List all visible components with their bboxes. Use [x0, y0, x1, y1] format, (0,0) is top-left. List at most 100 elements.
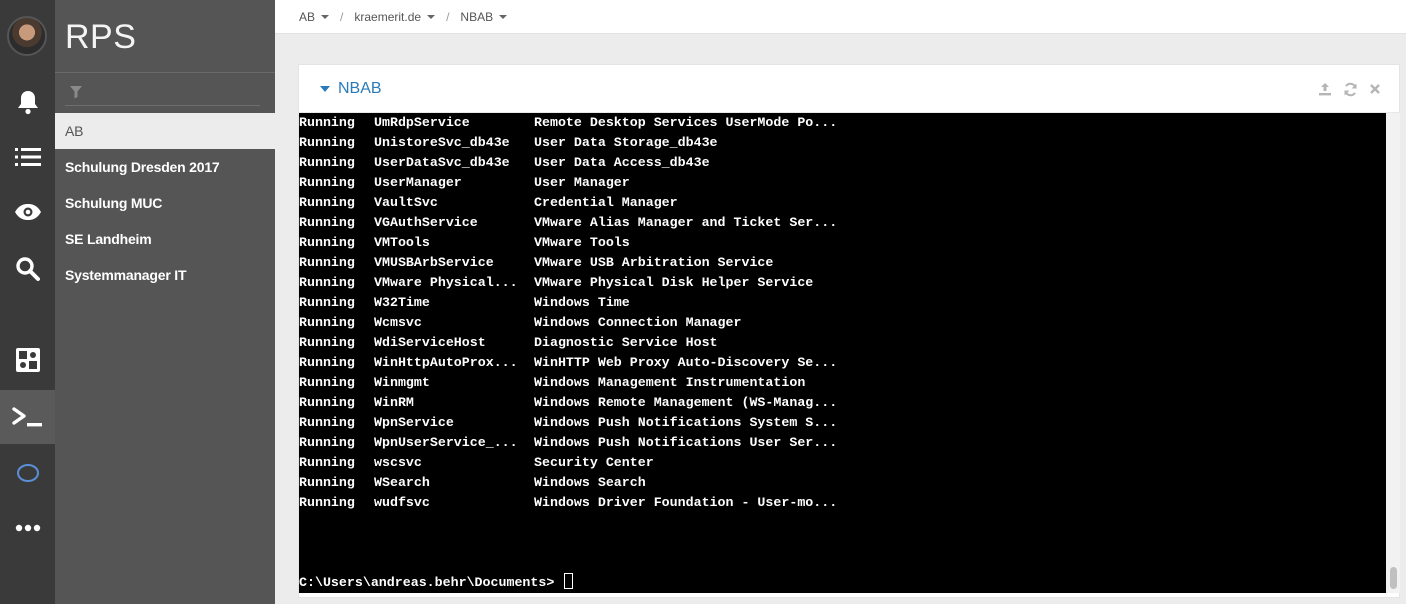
service-name: VMTools: [374, 235, 430, 250]
service-name: WinHttpAutoProx...: [374, 355, 518, 370]
service-display-name: VMware Tools: [534, 235, 630, 250]
service-display-name: Windows Push Notifications System S...: [534, 415, 838, 430]
service-display-name: Windows Time: [534, 295, 630, 310]
service-status: Running: [299, 475, 355, 490]
sidebar-list: AB Schulung Dresden 2017 Schulung MUC SE…: [55, 113, 275, 293]
service-display-name: Security Center: [534, 455, 654, 470]
sidebar-item-systemmanager-it[interactable]: Systemmanager IT: [55, 257, 275, 293]
sidebar-item-ab[interactable]: AB: [55, 113, 275, 149]
service-display-name: Credential Manager: [534, 195, 678, 210]
service-status: Running: [299, 355, 355, 370]
service-display-name: VMware Alias Manager and Ticket Ser...: [534, 215, 838, 230]
close-icon[interactable]: [1367, 81, 1383, 97]
chevron-down-icon: [499, 15, 508, 19]
service-status: Running: [299, 175, 355, 190]
search-icon[interactable]: [0, 242, 55, 296]
sidebar-item-schulung-muc[interactable]: Schulung MUC: [55, 185, 275, 221]
service-status: Running: [299, 335, 355, 350]
brand-title: RPS: [65, 18, 137, 56]
service-display-name: User Data Storage_db43e: [534, 135, 718, 150]
service-status: Running: [299, 415, 355, 430]
avatar[interactable]: [7, 16, 47, 56]
service-status: Running: [299, 235, 355, 250]
service-status: Running: [299, 195, 355, 210]
filter-box[interactable]: [65, 82, 260, 106]
service-name: VMware Physical...: [374, 275, 518, 290]
service-name: WpnUserService_...: [374, 435, 518, 450]
service-status: Running: [299, 155, 355, 170]
service-display-name: User Data Access_db43e: [534, 155, 710, 170]
sidebar-item-se-landheim[interactable]: SE Landheim: [55, 221, 275, 257]
service-name: VGAuthService: [374, 215, 478, 230]
breadcrumb-item-ab[interactable]: AB: [299, 10, 330, 24]
terminal-panel: NBAB C:\Users\andreas.behr\Documents> Ru…: [298, 64, 1400, 598]
service-status: Running: [299, 275, 355, 290]
service-status: Running: [299, 435, 355, 450]
service-name: UserManager: [374, 175, 462, 190]
service-display-name: Windows Driver Foundation - User-mo...: [534, 495, 838, 510]
sidebar-item-schulung-dresden[interactable]: Schulung Dresden 2017: [55, 149, 275, 185]
divider: [55, 72, 275, 73]
breadcrumb-separator: /: [446, 10, 450, 24]
sidebar: RPS AB Schulung Dresden 2017 Schulung MU…: [55, 0, 275, 604]
service-display-name: Windows Remote Management (WS-Manag...: [534, 395, 838, 410]
service-name: UnistoreSvc_db43e: [374, 135, 510, 150]
service-name: WpnService: [374, 415, 454, 430]
eye-icon[interactable]: [0, 185, 55, 239]
service-name: W32Time: [374, 295, 430, 310]
collapse-toggle-icon[interactable]: [320, 86, 330, 92]
service-status: Running: [299, 375, 355, 390]
breadcrumb: AB / kraemerit.de / NBAB: [299, 10, 508, 24]
service-name: wscsvc: [374, 455, 422, 470]
puzzle-icon[interactable]: [0, 333, 55, 387]
service-name: WSearch: [374, 475, 430, 490]
service-display-name: User Manager: [534, 175, 630, 190]
service-name: WinRM: [374, 395, 414, 410]
service-display-name: Windows Management Instrumentation: [534, 375, 806, 390]
more-icon[interactable]: [0, 501, 55, 555]
service-name: UserDataSvc_db43e: [374, 155, 510, 170]
service-status: Running: [299, 215, 355, 230]
service-display-name: Windows Search: [534, 475, 646, 490]
upload-icon[interactable]: [1317, 81, 1333, 97]
service-status: Running: [299, 315, 355, 330]
list-icon[interactable]: [0, 130, 55, 184]
service-status: Running: [299, 495, 355, 510]
service-display-name: VMware USB Arbitration Service: [534, 255, 774, 270]
service-display-name: WinHTTP Web Proxy Auto-Discovery Se...: [534, 355, 838, 370]
top-bar: AB / kraemerit.de / NBAB: [275, 0, 1406, 34]
icon-rail: [0, 0, 55, 604]
terminal-icon[interactable]: [0, 390, 55, 444]
service-display-name: Remote Desktop Services UserMode Po...: [534, 115, 838, 130]
refresh-icon[interactable]: [1342, 81, 1358, 97]
terminal-scrollbar[interactable]: [1386, 113, 1400, 593]
panel-header: NBAB: [299, 65, 1399, 113]
breadcrumb-separator: /: [340, 10, 344, 24]
service-status: Running: [299, 135, 355, 150]
bell-icon[interactable]: [0, 75, 55, 129]
terminal-cursor: [564, 573, 574, 589]
service-status: Running: [299, 455, 355, 470]
service-name: Winmgmt: [374, 375, 430, 390]
breadcrumb-item-nbab[interactable]: NBAB: [460, 10, 508, 24]
service-name: Wcmsvc: [374, 315, 422, 330]
panel-title: NBAB: [338, 80, 382, 97]
service-name: VMUSBArbService: [374, 255, 494, 270]
service-display-name: VMware Physical Disk Helper Service: [534, 275, 814, 290]
service-name: wudfsvc: [374, 495, 430, 510]
chevron-down-icon: [321, 15, 330, 19]
terminal-output[interactable]: C:\Users\andreas.behr\Documents> Running…: [299, 113, 1386, 593]
service-status: Running: [299, 255, 355, 270]
service-name: VaultSvc: [374, 195, 438, 210]
terminal-prompt[interactable]: C:\Users\andreas.behr\Documents>: [299, 573, 574, 593]
breadcrumb-item-domain[interactable]: kraemerit.de: [354, 10, 436, 24]
ring-icon[interactable]: [0, 446, 55, 500]
service-display-name: Diagnostic Service Host: [534, 335, 718, 350]
scrollbar-thumb[interactable]: [1390, 567, 1397, 589]
service-name: UmRdpService: [374, 115, 470, 130]
filter-input[interactable]: [89, 84, 254, 104]
service-display-name: Windows Push Notifications User Ser...: [534, 435, 838, 450]
service-status: Running: [299, 395, 355, 410]
service-display-name: Windows Connection Manager: [534, 315, 742, 330]
service-status: Running: [299, 295, 355, 310]
